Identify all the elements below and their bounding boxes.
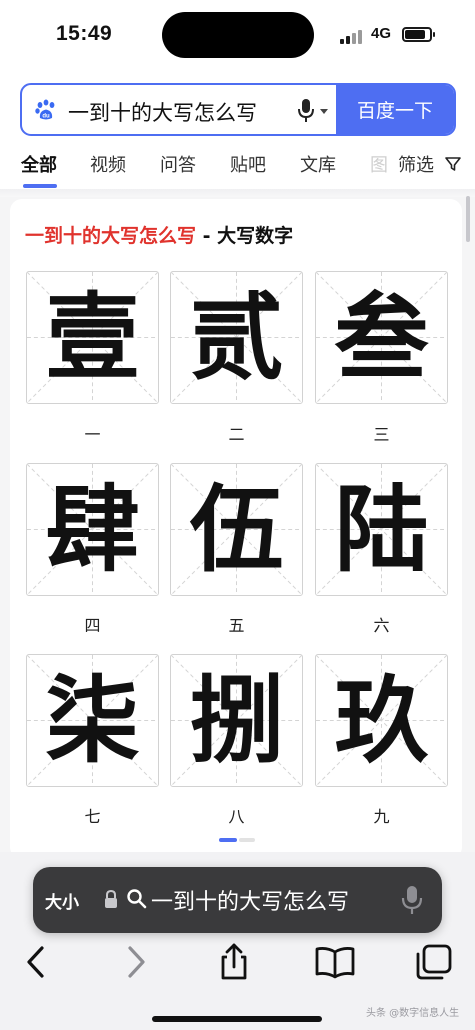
forward-arrow-icon[interactable] bbox=[114, 940, 158, 984]
card-title-suffix: - 大写数字 bbox=[196, 225, 294, 247]
tabs-icon[interactable] bbox=[412, 940, 456, 984]
microphone-icon[interactable] bbox=[401, 885, 423, 915]
uppercase-numeral: 陆 bbox=[334, 474, 429, 585]
uppercase-numeral: 壹 bbox=[45, 282, 140, 393]
character-cell[interactable]: 柒 bbox=[26, 654, 159, 787]
microphone-icon bbox=[298, 99, 314, 122]
uppercase-numeral: 肆 bbox=[45, 474, 140, 585]
uppercase-numeral: 玖 bbox=[334, 665, 429, 776]
share-icon[interactable] bbox=[212, 940, 256, 984]
search-icon bbox=[127, 889, 147, 909]
character-cell[interactable]: 叁 bbox=[315, 271, 448, 404]
character-cell[interactable]: 壹 bbox=[26, 271, 159, 404]
svg-text:du: du bbox=[42, 114, 50, 120]
uppercase-numeral: 伍 bbox=[189, 474, 284, 585]
numeral-caption: 一 bbox=[84, 425, 101, 444]
cellular-signal-icon bbox=[340, 28, 364, 44]
character-cell[interactable]: 肆 bbox=[26, 463, 159, 596]
tab-images[interactable]: 图 bbox=[370, 151, 388, 177]
character-cell[interactable]: 陆 bbox=[315, 463, 448, 596]
dropdown-arrow-icon bbox=[320, 109, 328, 114]
text-size-button[interactable]: 大小 bbox=[45, 888, 79, 913]
dynamic-island bbox=[162, 12, 314, 58]
network-type: 4G bbox=[371, 25, 392, 42]
numeral-caption: 四 bbox=[84, 616, 101, 635]
search-box[interactable]: du 一到十的大写怎么写 百度一下 bbox=[20, 83, 456, 136]
result-tabs: 全部 视频 问答 贴吧 文库 图 筛选 bbox=[0, 147, 475, 189]
filter-button[interactable]: 筛选 bbox=[398, 151, 434, 177]
tab-qa[interactable]: 问答 bbox=[160, 151, 196, 177]
status-bar: 15:49 4G bbox=[0, 0, 475, 72]
numeral-caption: 五 bbox=[228, 616, 245, 635]
carousel-pager[interactable] bbox=[219, 838, 259, 842]
card-title-highlight: 一到十的大写怎么写 bbox=[25, 225, 197, 247]
address-bar[interactable]: 大小 一到十的大写怎么写 bbox=[33, 867, 442, 933]
search-input[interactable]: 一到十的大写怎么写 bbox=[68, 97, 257, 127]
watermark: 头条 @数字信息人生 bbox=[366, 1008, 460, 1019]
result-card[interactable]: 一到十的大写怎么写 - 大写数字 壹一 贰二 叁三肆四 伍五 陆六柒七 捌八 玖九 bbox=[10, 199, 462, 859]
character-cell[interactable]: 伍 bbox=[170, 463, 303, 596]
tab-tieba[interactable]: 贴吧 bbox=[230, 151, 266, 177]
card-title[interactable]: 一到十的大写怎么写 - 大写数字 bbox=[25, 221, 293, 248]
uppercase-numeral: 叁 bbox=[334, 282, 429, 393]
status-time: 15:49 bbox=[56, 22, 113, 45]
filter-funnel-icon[interactable] bbox=[444, 155, 462, 173]
character-cell[interactable]: 捌 bbox=[170, 654, 303, 787]
tab-wenku[interactable]: 文库 bbox=[300, 151, 336, 177]
tab-video[interactable]: 视频 bbox=[90, 151, 126, 177]
battery-icon bbox=[402, 27, 435, 42]
numeral-caption: 二 bbox=[228, 425, 245, 444]
character-cell[interactable]: 贰 bbox=[170, 271, 303, 404]
numeral-caption: 六 bbox=[373, 616, 390, 635]
bookmarks-book-icon[interactable] bbox=[313, 940, 357, 984]
tabs-divider bbox=[0, 189, 475, 197]
back-arrow-icon[interactable] bbox=[14, 940, 58, 984]
baidu-paw-icon: du bbox=[35, 99, 55, 120]
scrollbar[interactable] bbox=[466, 196, 470, 242]
pager-dot-active[interactable] bbox=[219, 838, 237, 842]
numeral-caption: 九 bbox=[373, 807, 390, 826]
uppercase-numeral: 柒 bbox=[45, 665, 140, 776]
search-button[interactable]: 百度一下 bbox=[336, 85, 454, 134]
home-indicator bbox=[152, 1016, 322, 1022]
pager-dot[interactable] bbox=[239, 838, 255, 842]
lock-icon bbox=[105, 889, 117, 908]
numeral-caption: 八 bbox=[228, 807, 245, 826]
voice-search-button[interactable] bbox=[294, 97, 334, 125]
uppercase-numeral: 贰 bbox=[189, 282, 284, 393]
tab-all[interactable]: 全部 bbox=[21, 151, 57, 177]
url-field[interactable]: 一到十的大写怎么写 bbox=[151, 884, 387, 916]
active-tab-indicator bbox=[23, 184, 57, 188]
numeral-caption: 三 bbox=[373, 425, 390, 444]
character-cell[interactable]: 玖 bbox=[315, 654, 448, 787]
uppercase-numeral: 捌 bbox=[189, 665, 284, 776]
numeral-caption: 七 bbox=[84, 807, 101, 826]
